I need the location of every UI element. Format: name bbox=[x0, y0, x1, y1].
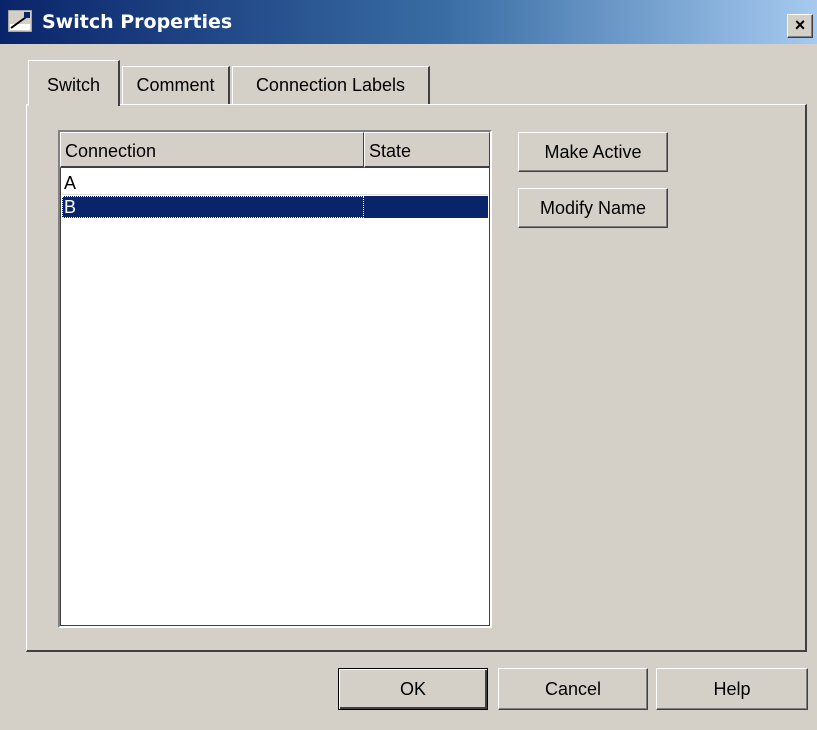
close-button[interactable]: × bbox=[787, 14, 813, 38]
switch-properties-icon bbox=[7, 9, 33, 33]
window-title: Switch Properties bbox=[42, 11, 233, 33]
tab-connection-labels[interactable]: Connection Labels bbox=[232, 66, 430, 104]
tab-label: Connection Labels bbox=[255, 75, 406, 95]
title-bar: Switch Properties × bbox=[0, 0, 817, 44]
ok-button[interactable]: OK bbox=[338, 668, 488, 710]
switch-tab-panel bbox=[26, 104, 807, 652]
tab-comment[interactable]: Comment bbox=[122, 66, 230, 104]
close-icon: × bbox=[794, 15, 806, 35]
cancel-button[interactable]: Cancel bbox=[498, 668, 648, 710]
tab-label: Switch bbox=[46, 75, 100, 95]
help-button[interactable]: Help bbox=[656, 668, 808, 710]
tab-label: Comment bbox=[136, 75, 215, 95]
tab-switch[interactable]: Switch bbox=[28, 60, 120, 106]
